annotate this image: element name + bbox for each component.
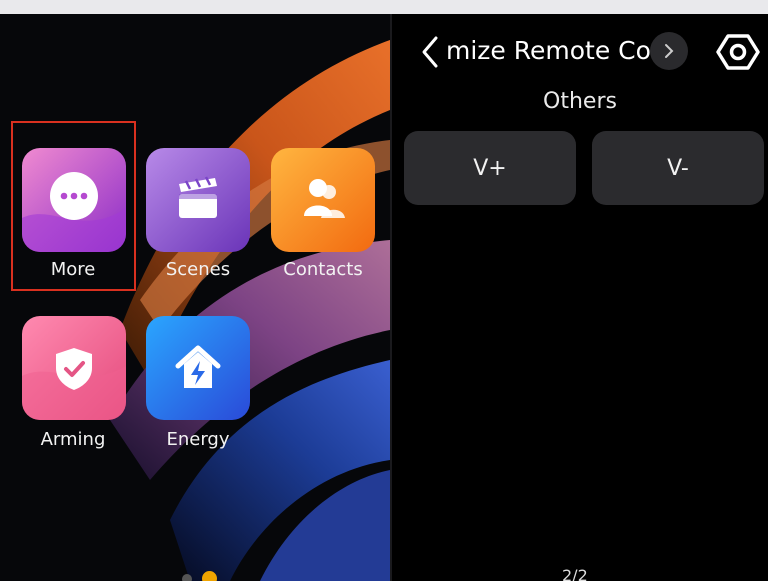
app-label-arming: Arming — [40, 429, 106, 450]
app-tile-scenes[interactable] — [146, 148, 250, 252]
volume-up-button[interactable]: V+ — [404, 131, 576, 205]
settings-button[interactable] — [716, 32, 760, 72]
app-tile-more[interactable] — [22, 148, 126, 252]
chevron-right-icon — [665, 44, 674, 58]
app-label-more: More — [50, 259, 96, 280]
page-title: mize Remote Co — [446, 36, 651, 65]
app-tile-contacts[interactable] — [271, 148, 375, 252]
section-title: Others — [543, 89, 617, 114]
page-dot-2-active — [202, 571, 217, 581]
back-button[interactable] — [416, 34, 446, 70]
page-dot-1 — [182, 574, 192, 581]
app-label-scenes: Scenes — [165, 259, 231, 280]
app-tile-arming[interactable] — [22, 316, 126, 420]
next-button[interactable] — [650, 32, 688, 70]
volume-down-button[interactable]: V- — [592, 131, 764, 205]
app-tile-energy[interactable] — [146, 316, 250, 420]
home-screen: More Scenes Contacts Arming Energy — [0, 0, 390, 581]
top-status-strip — [0, 0, 768, 14]
hexagon-settings-icon — [716, 34, 760, 70]
app-label-contacts: Contacts — [283, 259, 363, 280]
page-indicator: 2/2 — [562, 566, 588, 581]
app-label-energy: Energy — [166, 429, 230, 450]
chevron-left-icon — [422, 36, 438, 68]
remote-panel: mize Remote Co Others V+ V- 2/2 — [392, 14, 768, 581]
